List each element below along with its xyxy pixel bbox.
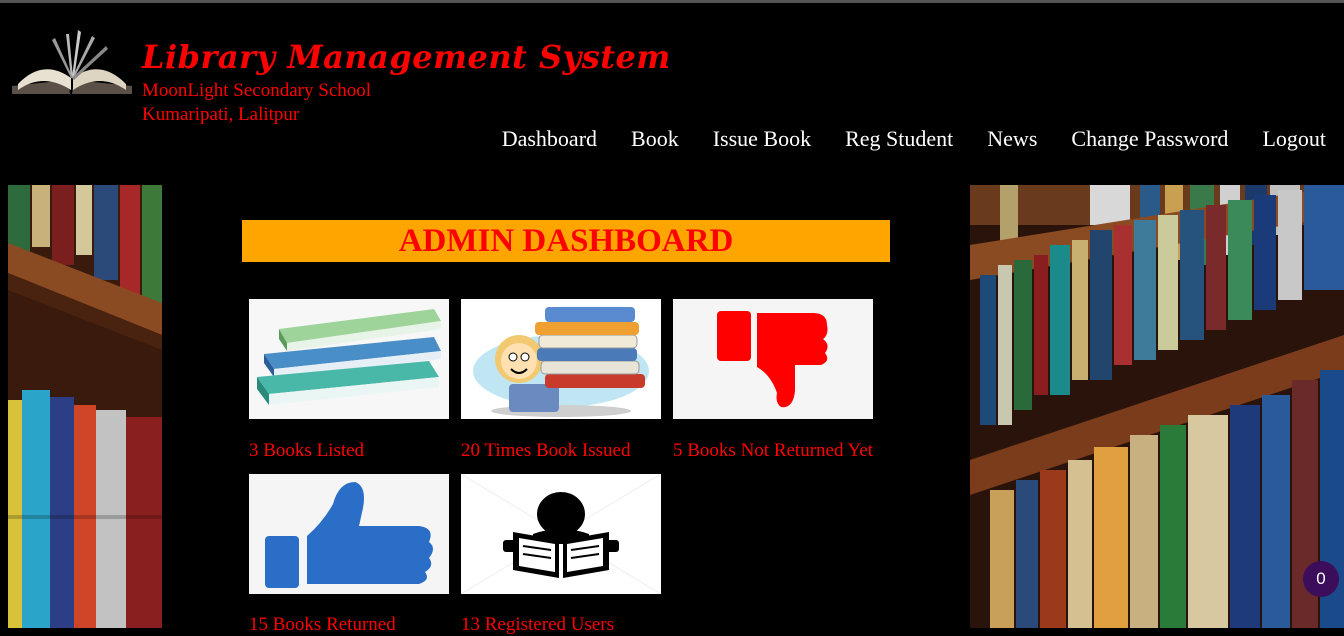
school-address: Kumaripati, Lalitpur: [142, 104, 300, 125]
school-info: MoonLight Secondary School Kumaripati, L…: [142, 79, 371, 127]
books-returned-card[interactable]: [249, 474, 449, 594]
reader-icon: [461, 474, 661, 594]
bookshelf-left-image: [8, 185, 162, 628]
notification-count-badge[interactable]: 0: [1303, 561, 1339, 597]
window-top-border: [0, 0, 1344, 3]
books-listed-label: 3 Books Listed: [249, 440, 365, 461]
books-issued-card[interactable]: [461, 299, 661, 419]
books-listed-card[interactable]: [249, 299, 449, 419]
school-name: MoonLight Secondary School: [142, 80, 372, 101]
nav-dashboard[interactable]: Dashboard: [502, 126, 597, 152]
nav-reg-student[interactable]: Reg Student: [845, 126, 953, 152]
thumbs-up-icon: [249, 474, 449, 594]
bookshelf-right-image: [970, 185, 1344, 628]
dashboard-panel: ADMIN DASHBOARD 3 Books Listed 20 Times …: [162, 190, 970, 635]
site-title: Library Management System: [142, 38, 671, 76]
books-not-returned-label: 5 Books Not Returned Yet: [673, 440, 874, 461]
nav-news[interactable]: News: [987, 126, 1037, 152]
books-stack-icon: [249, 299, 449, 419]
thumbs-down-icon: [673, 299, 873, 419]
main-nav: Dashboard Book Issue Book Reg Student Ne…: [502, 126, 1326, 152]
dashboard-heading: ADMIN DASHBOARD: [242, 220, 890, 262]
books-returned-label: 15 Books Returned: [249, 614, 396, 635]
nav-logout[interactable]: Logout: [1262, 126, 1326, 152]
nav-book[interactable]: Book: [631, 126, 679, 152]
open-book-logo-icon: [8, 28, 136, 96]
books-issued-label: 20 Times Book Issued: [461, 440, 631, 461]
registered-users-label: 13 Registered Users: [461, 614, 615, 635]
nav-change-password[interactable]: Change Password: [1071, 126, 1228, 152]
student-carrying-books-icon: [461, 299, 661, 419]
registered-users-card[interactable]: [461, 474, 661, 594]
nav-issue-book[interactable]: Issue Book: [713, 126, 811, 152]
books-not-returned-card[interactable]: [673, 299, 873, 419]
